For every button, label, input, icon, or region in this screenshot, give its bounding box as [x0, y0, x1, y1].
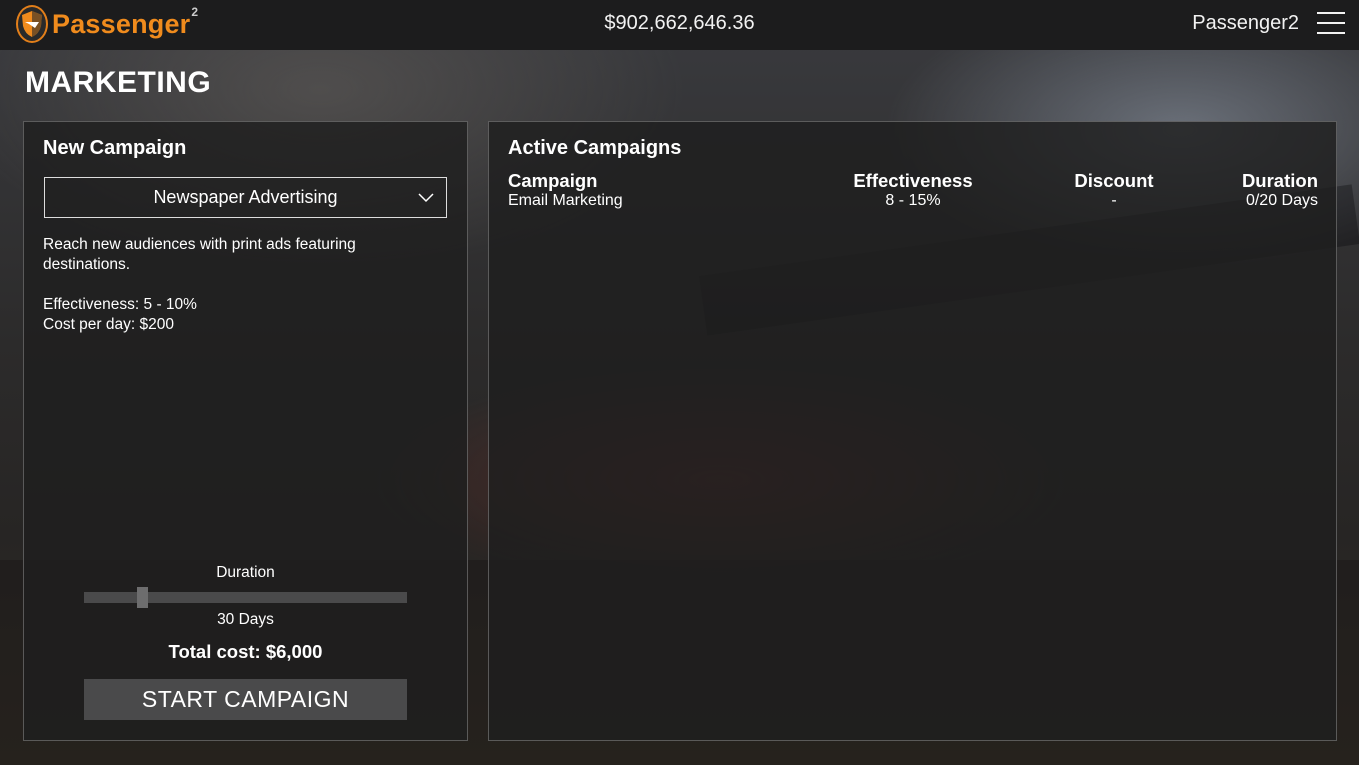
- cell-duration: 0/20 Days: [1245, 192, 1318, 209]
- username[interactable]: Passenger2: [1192, 12, 1299, 35]
- active-campaigns-table: Campaign Effectiveness Discount Duration…: [508, 170, 1318, 214]
- hamburger-menu-icon[interactable]: [1317, 12, 1345, 36]
- total-cost: Total cost: $6,000: [168, 641, 323, 662]
- new-campaign-panel: New Campaign Newspaper Advertising Reach…: [23, 121, 468, 741]
- column-header-effectiveness: Effectiveness: [853, 170, 973, 191]
- campaign-type-selected: Newspaper Advertising: [153, 187, 338, 207]
- page-title: MARKETING: [25, 66, 212, 99]
- new-campaign-heading: New Campaign: [43, 137, 187, 159]
- start-campaign-button[interactable]: START CAMPAIGN: [84, 679, 407, 720]
- column-header-duration: Duration: [1241, 170, 1318, 191]
- cell-effectiveness: 8 - 15%: [885, 192, 941, 209]
- duration-value: 30 Days: [217, 611, 274, 628]
- table-header-row: Campaign Effectiveness Discount Duration: [508, 170, 1318, 192]
- duration-slider-handle[interactable]: [137, 587, 149, 608]
- campaign-description: Reach new audiences with print ads featu…: [43, 236, 356, 273]
- account-balance: $902,662,646.36: [604, 12, 755, 34]
- campaign-type-select[interactable]: Newspaper Advertising: [44, 177, 447, 218]
- column-header-campaign: Campaign: [508, 170, 598, 191]
- duration-slider[interactable]: [84, 587, 407, 608]
- table-row[interactable]: Email Marketing 8 - 15% - 0/20 Days: [508, 192, 1318, 214]
- active-campaigns-heading: Active Campaigns: [508, 137, 682, 159]
- top-bar: Passenger 2 $902,662,646.36 Passenger2: [0, 0, 1359, 50]
- duration-label: Duration: [216, 564, 275, 581]
- campaign-stats: Effectiveness: 5 - 10% Cost per day: $20…: [43, 295, 197, 335]
- menu-line: [1317, 32, 1345, 34]
- active-campaigns-panel: Active Campaigns Campaign Effectiveness …: [488, 121, 1337, 741]
- menu-line: [1317, 12, 1345, 14]
- chevron-down-icon: [418, 193, 434, 203]
- campaign-effectiveness: Effectiveness: 5 - 10%: [43, 296, 197, 313]
- cell-campaign: Email Marketing: [508, 192, 623, 209]
- campaign-cost-per-day: Cost per day: $200: [43, 316, 174, 333]
- menu-line: [1317, 22, 1345, 24]
